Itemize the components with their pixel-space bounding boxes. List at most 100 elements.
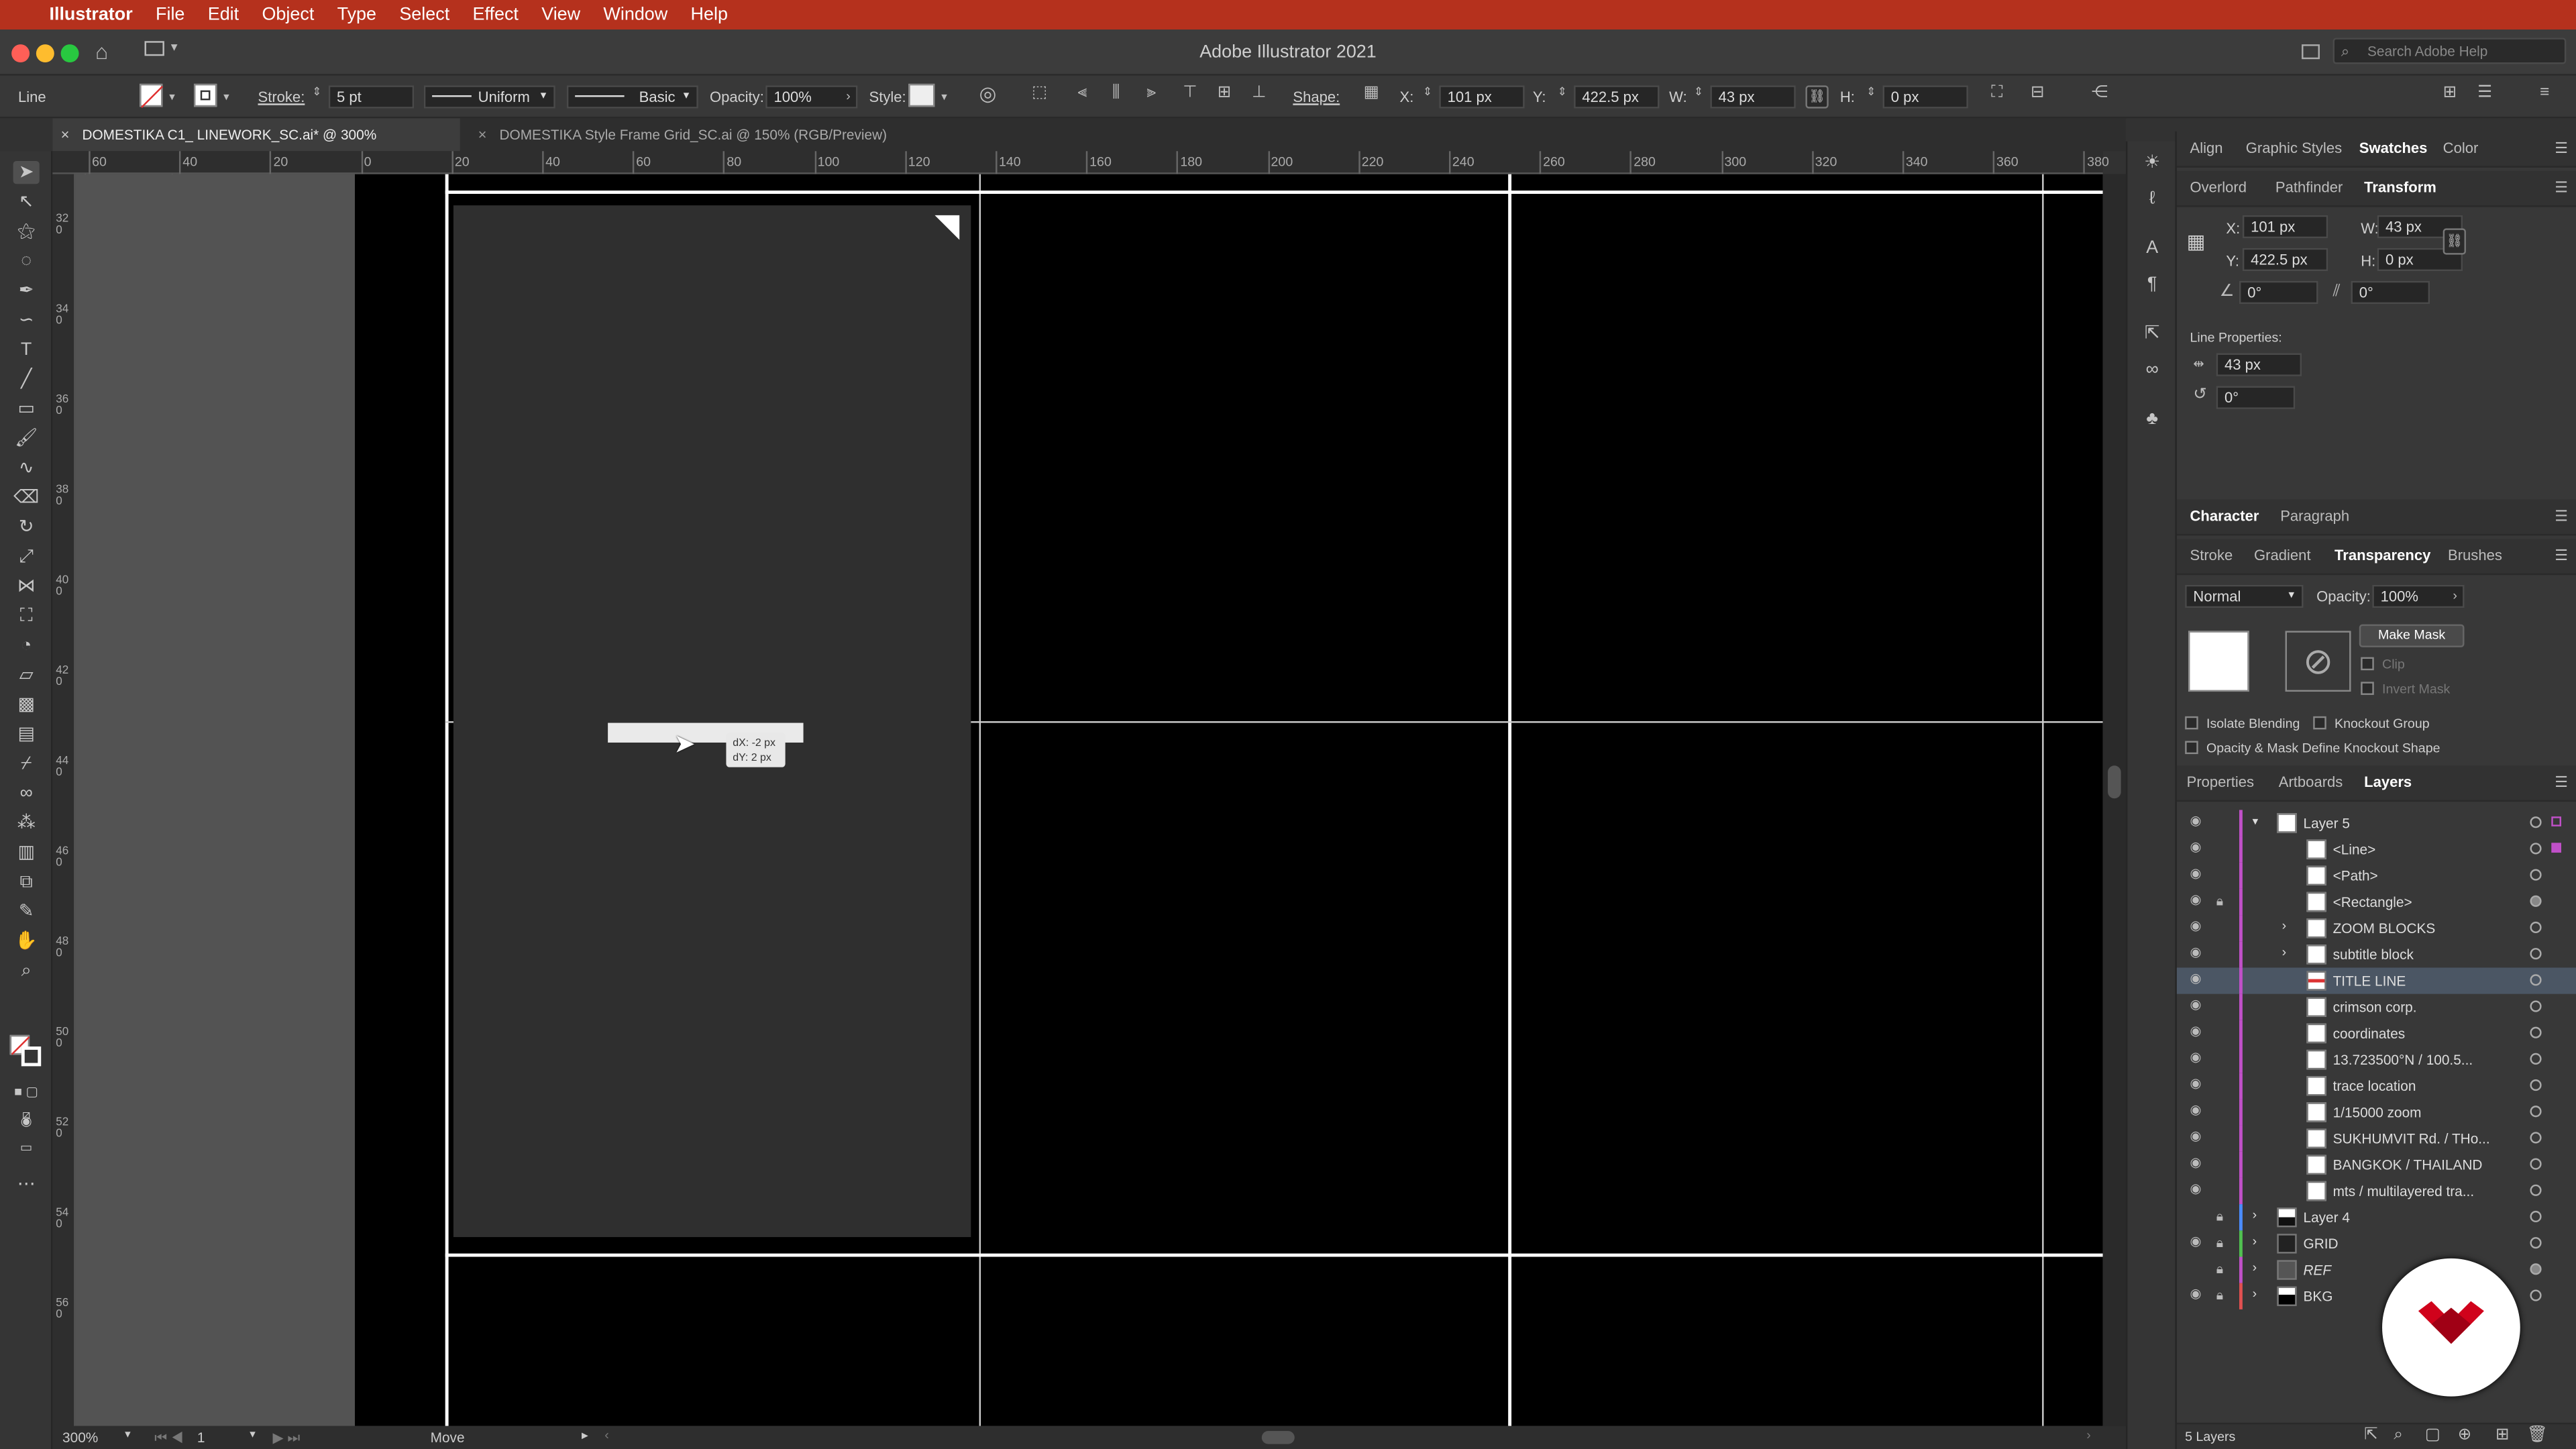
layer-target-icon[interactable] bbox=[2530, 1000, 2542, 1012]
menu-window[interactable]: Window bbox=[603, 5, 667, 24]
appearance-icon[interactable]: ☀ bbox=[2139, 151, 2165, 174]
delete-layer-icon[interactable]: 🗑︎ bbox=[2527, 1427, 2548, 1444]
arrange-documents-icon[interactable] bbox=[2302, 44, 2320, 60]
chevron-right-icon[interactable]: › bbox=[846, 89, 851, 105]
layer-row[interactable]: ◉ trace location bbox=[2177, 1073, 2576, 1099]
opacity-mask-knockout-checkbox[interactable] bbox=[2185, 741, 2198, 755]
draw-mode-icon[interactable]: ◉ bbox=[13, 1111, 40, 1134]
transform-x-field[interactable]: 101 px bbox=[2242, 215, 2328, 239]
visibility-eye-icon[interactable]: ◉ bbox=[2190, 945, 2206, 960]
lock-icon[interactable]: 🔒︎ bbox=[2216, 1236, 2223, 1252]
perspective-grid-tool-icon[interactable]: ▱ bbox=[13, 663, 40, 686]
visibility-eye-icon[interactable]: ◉ bbox=[2190, 1130, 2206, 1144]
lock-icon[interactable]: 🔒︎ bbox=[2216, 1262, 2223, 1278]
artboard-nav-next-icon[interactable]: ▶ ⏭ bbox=[273, 1430, 301, 1448]
vertical-scrollbar[interactable] bbox=[2102, 174, 2127, 1426]
panel-menu-icon[interactable]: ☰ bbox=[2555, 140, 2568, 158]
horizontal-scroll-thumb[interactable] bbox=[1261, 1431, 1295, 1444]
layer-target-icon[interactable] bbox=[2530, 1079, 2542, 1091]
layer-row[interactable]: ◉ ▾ Layer 5 bbox=[2177, 810, 2576, 837]
tab-paragraph[interactable]: Paragraph bbox=[2280, 508, 2349, 524]
lock-icon[interactable]: 🔒︎ bbox=[2216, 1288, 2223, 1304]
opacity-label[interactable]: Opacity: bbox=[710, 89, 764, 105]
tab-swatches[interactable]: Swatches bbox=[2359, 140, 2428, 156]
stroke-color-icon[interactable] bbox=[21, 1046, 42, 1067]
visibility-eye-icon[interactable]: ◉ bbox=[2190, 841, 2206, 855]
artboard[interactable]: ➤ dX: -2 px dY: 2 px bbox=[354, 174, 2103, 1426]
tab-artboards[interactable]: Artboards bbox=[2279, 773, 2343, 790]
selection-indicator[interactable] bbox=[2551, 843, 2561, 853]
layer-row[interactable]: ◉ 1/15000 zoom bbox=[2177, 1099, 2576, 1126]
h-field[interactable]: 0 px bbox=[1882, 85, 1968, 109]
layer-row[interactable]: ◉ <Line> bbox=[2177, 836, 2576, 863]
tab-properties[interactable]: Properties bbox=[2187, 773, 2254, 790]
tab-transform[interactable]: Transform bbox=[2364, 179, 2436, 195]
layer-row[interactable]: ◉ 13.723500°N / 100.5... bbox=[2177, 1046, 2576, 1073]
menu-select[interactable]: Select bbox=[399, 5, 449, 24]
rotate-tool-icon[interactable]: ↻ bbox=[13, 516, 40, 539]
layer-target-icon[interactable] bbox=[2530, 869, 2542, 881]
clipping-mask-icon[interactable]: ▢ bbox=[2425, 1427, 2440, 1444]
line-length-field[interactable]: 43 px bbox=[2216, 353, 2302, 376]
layer-target-icon[interactable] bbox=[2530, 948, 2542, 960]
tab-stroke[interactable]: Stroke bbox=[2190, 547, 2233, 564]
menu-help[interactable]: Help bbox=[691, 5, 728, 24]
brush-definition-select[interactable]: Basic ▾ bbox=[566, 85, 698, 109]
make-mask-button[interactable]: Make Mask bbox=[2359, 624, 2465, 647]
align-top-icon[interactable]: ⊤ bbox=[1183, 85, 1197, 101]
pen-tool-icon[interactable]: ✒ bbox=[13, 279, 40, 302]
layer-row[interactable]: ◉ mts / multilayered tra... bbox=[2177, 1177, 2576, 1205]
chevron-down-icon[interactable]: ▾ bbox=[250, 1428, 256, 1441]
scale-tool-icon[interactable]: ⤢ bbox=[13, 545, 40, 568]
align-bottom-icon[interactable]: ⊥ bbox=[1252, 85, 1266, 101]
visibility-eye-icon[interactable]: ◉ bbox=[2190, 893, 2206, 907]
arrange-panels-icon[interactable]: ⊞ bbox=[2443, 85, 2457, 101]
symbol-sprayer-tool-icon[interactable]: ⁂ bbox=[13, 812, 40, 835]
gradient-tool-icon[interactable]: ▤ bbox=[13, 723, 40, 746]
line-tool-icon[interactable]: ╱ bbox=[13, 368, 40, 391]
layer-target-icon[interactable] bbox=[2530, 1132, 2542, 1144]
selection-indicator[interactable] bbox=[2551, 816, 2561, 826]
tab-color[interactable]: Color bbox=[2443, 140, 2479, 156]
visibility-eye-icon[interactable]: ◉ bbox=[2190, 814, 2206, 828]
y-stepper-icon[interactable]: ⇕ bbox=[1558, 85, 1567, 101]
export-layer-icon[interactable]: ⇱ bbox=[2364, 1427, 2378, 1444]
stroke-profile-select[interactable]: Uniform ▾ bbox=[423, 85, 555, 109]
canvas[interactable]: ➤ dX: -2 px dY: 2 px bbox=[75, 174, 2103, 1426]
shear-field[interactable]: 0° bbox=[2351, 280, 2430, 305]
scroll-right-icon[interactable]: › bbox=[2086, 1428, 2091, 1442]
rectangle-shape[interactable] bbox=[453, 205, 971, 1238]
h-stepper-icon[interactable]: ⇕ bbox=[1866, 85, 1876, 101]
free-transform-tool-icon[interactable]: ⛶ bbox=[13, 604, 40, 627]
slice-tool-icon[interactable]: ✎ bbox=[13, 900, 40, 923]
layer-target-icon[interactable] bbox=[2530, 1106, 2542, 1118]
fill-swatch[interactable] bbox=[140, 83, 163, 108]
lock-icon[interactable]: 🔒︎ bbox=[2216, 1209, 2223, 1225]
help-search-field[interactable]: ⌕ Search Adobe Help bbox=[2332, 38, 2567, 64]
layer-row[interactable]: ◉ › ZOOM BLOCKS bbox=[2177, 915, 2576, 942]
paintbrush-tool-icon[interactable]: 🖌 bbox=[13, 427, 40, 450]
chevron-right-icon[interactable]: › bbox=[2253, 1234, 2257, 1248]
constrain-proportions-icon[interactable]: ⛓ bbox=[2443, 228, 2466, 255]
tab-align[interactable]: Align bbox=[2190, 140, 2223, 156]
lock-icon[interactable]: 🔒︎ bbox=[2216, 894, 2223, 910]
symbols-icon[interactable]: ♣ bbox=[2139, 407, 2165, 430]
tab-brushes[interactable]: Brushes bbox=[2448, 547, 2502, 564]
corner-triangle-shape[interactable] bbox=[934, 215, 960, 240]
stroke-dropdown-icon[interactable]: ▾ bbox=[223, 91, 229, 107]
visibility-eye-icon[interactable]: ◉ bbox=[2190, 867, 2206, 881]
artboard-number[interactable]: 1 bbox=[197, 1430, 205, 1446]
visibility-eye-icon[interactable]: ◉ bbox=[2190, 1182, 2206, 1196]
layer-target-icon[interactable] bbox=[2530, 921, 2542, 934]
character-styles-icon[interactable]: A bbox=[2139, 237, 2165, 260]
more-options-icon[interactable]: ⋲ bbox=[2092, 85, 2108, 101]
opacity-field[interactable]: 100% bbox=[2372, 584, 2465, 608]
layer-target-icon[interactable] bbox=[2530, 1210, 2542, 1223]
menu-object[interactable]: Object bbox=[262, 5, 314, 24]
layer-row[interactable]: 🔒︎ › Layer 4 bbox=[2177, 1204, 2576, 1231]
shaper-tool-icon[interactable]: ∿ bbox=[13, 457, 40, 480]
new-sublayer-icon[interactable]: ⊕ bbox=[2458, 1427, 2472, 1444]
panel-menu-icon[interactable]: ☰ bbox=[2555, 773, 2568, 792]
layer-row[interactable]: ◉ › subtitle block bbox=[2177, 941, 2576, 968]
x-field[interactable]: 101 px bbox=[1439, 85, 1525, 109]
